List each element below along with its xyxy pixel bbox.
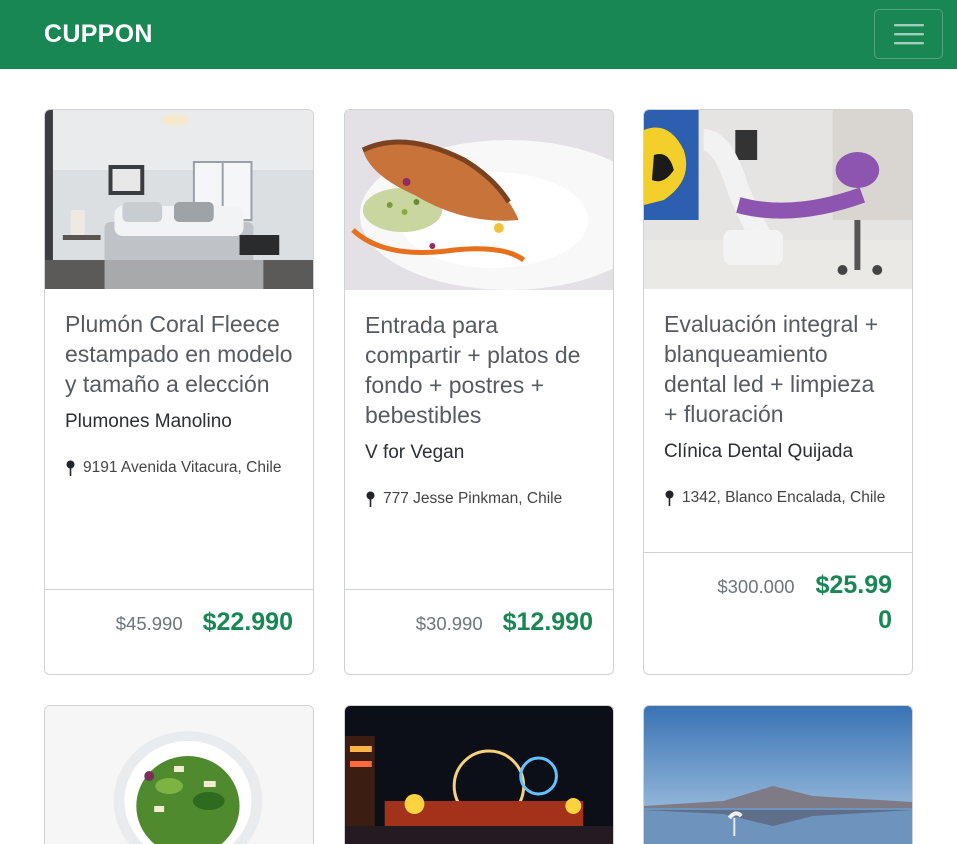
offer-image-bedroom[interactable] [45, 110, 313, 289]
offer-title[interactable]: Plumón Coral Fleece estampado en modelo … [65, 309, 293, 399]
brand-logo[interactable]: CUPPON [44, 20, 153, 49]
offer-price-line1: $25.99 [815, 571, 892, 599]
offer-card[interactable] [44, 705, 314, 844]
offer-vendor: Plumones Manolino [65, 411, 232, 432]
offer-old-price: $45.990 [115, 613, 183, 634]
location-pin-icon [366, 491, 375, 507]
offer-address: 1342, Blanco Encalada, Chile [664, 489, 892, 507]
offer-old-price: $30.990 [415, 613, 483, 634]
offer-card[interactable] [344, 705, 614, 844]
offer-vendor: V for Vegan [365, 442, 465, 463]
offer-image-night-carnival[interactable] [345, 706, 613, 844]
offer-card[interactable]: Entrada para compartir + platos de fondo… [344, 109, 614, 675]
location-pin-icon [665, 490, 674, 506]
offer-price-footer: $30.990 $12.990 [345, 589, 613, 674]
offer-old-price: $300.000 [717, 576, 795, 597]
offer-vendor: Clínica Dental Quijada [664, 441, 854, 462]
hamburger-menu-icon [893, 24, 924, 45]
offer-image-dental-chair[interactable] [644, 110, 912, 289]
offer-card[interactable]: Plumón Coral Fleece estampado en modelo … [44, 109, 314, 675]
offer-address-text: 777 Jesse Pinkman, Chile [383, 490, 563, 507]
offer-card[interactable]: Evaluación integral + blanqueamiento den… [643, 109, 913, 675]
offer-card[interactable] [643, 705, 913, 844]
navbar: CUPPON [0, 0, 957, 69]
offer-image-flamingo-lake[interactable] [644, 706, 912, 844]
offer-price-footer: $300.000 $25.99 0 [644, 552, 912, 674]
offer-image-green-salad[interactable] [45, 706, 313, 844]
offer-title[interactable]: Entrada para compartir + platos de fondo… [365, 310, 593, 430]
offer-address-text: 9191 Avenida Vitacura, Chile [83, 459, 282, 476]
offer-address: 9191 Avenida Vitacura, Chile [65, 459, 293, 477]
offer-address-text: 1342, Blanco Encalada, Chile [682, 489, 886, 506]
location-pin-icon [66, 460, 75, 476]
menu-toggle-button[interactable] [874, 9, 943, 59]
offer-price: $12.990 [502, 608, 593, 636]
offer-price-footer: $45.990 $22.990 [45, 589, 313, 674]
offer-title[interactable]: Evaluación integral + blanqueamiento den… [664, 309, 892, 429]
offer-image-salmon-dish[interactable] [345, 110, 613, 290]
offer-price: $22.990 [202, 608, 293, 636]
offer-price-line2: 0 [878, 606, 892, 634]
offer-address: 777 Jesse Pinkman, Chile [365, 490, 593, 508]
